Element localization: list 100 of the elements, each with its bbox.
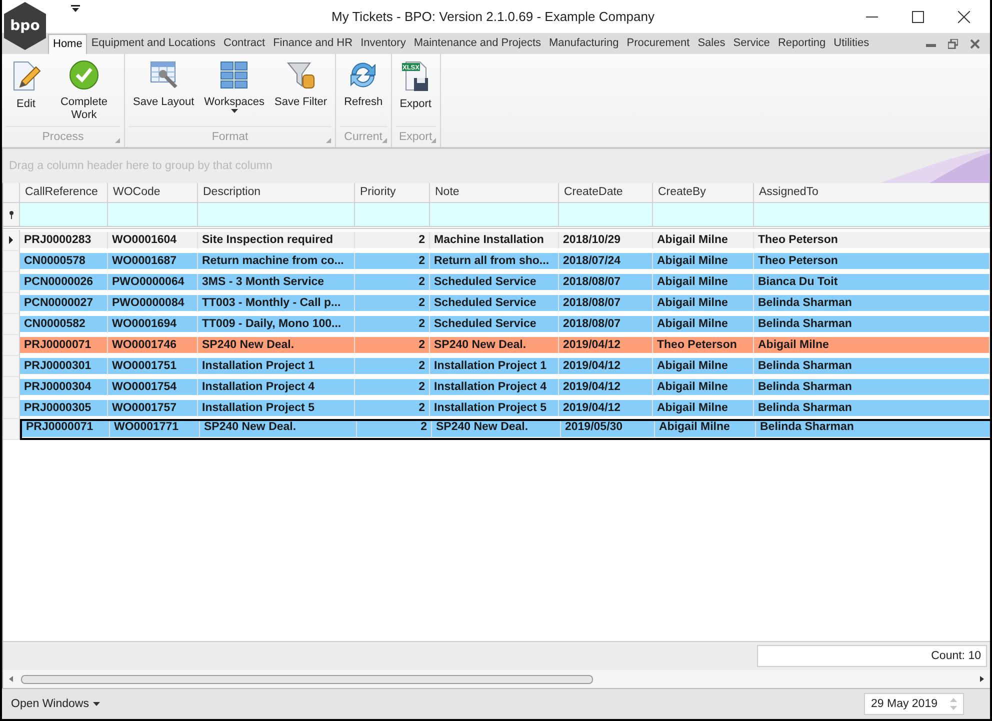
table-cell: Abigail Milne [653, 295, 754, 312]
table-cell: Site Inspection required [198, 232, 355, 249]
dialog-launcher-icon[interactable] [115, 138, 120, 143]
table-cell: Bianca Du Toit [754, 274, 990, 291]
column-header[interactable]: AssignedTo [754, 183, 990, 203]
table-cell: SP240 New Deal. [430, 337, 559, 354]
table-cell: 2019/05/30 [561, 421, 655, 438]
ribbon-button[interactable]: Save Filter [270, 58, 332, 126]
table-cell: Theo Peterson [754, 253, 990, 270]
table-cell: TT003 - Monthly - Call p... [198, 295, 355, 312]
horizontal-scrollbar[interactable] [3, 670, 990, 688]
filter-cell[interactable] [559, 203, 653, 226]
table-cell: 2 [355, 337, 430, 354]
ribbon-tab[interactable]: Contract [220, 34, 270, 54]
table-cell: Abigail Milne [653, 274, 754, 291]
scroll-right-icon[interactable] [980, 676, 984, 682]
table-cell: Return all from sho... [430, 253, 559, 270]
ribbon-tab[interactable]: Service [729, 34, 774, 54]
dialog-launcher-icon[interactable] [326, 138, 332, 143]
ribbon-tab[interactable]: Maintenance and Projects [410, 34, 546, 54]
complete-work-button[interactable]: Complete Work [48, 58, 120, 126]
table-cell: WO0001751 [108, 358, 198, 375]
table-cell: PRJ0000301 [20, 358, 108, 375]
column-header[interactable]: Priority [355, 183, 430, 203]
table-cell: WO0001746 [108, 337, 198, 354]
scroll-left-icon[interactable] [9, 676, 13, 682]
group-caption: Format [212, 131, 248, 143]
table-cell: PRJ0000283 [20, 232, 108, 249]
table-cell: Abigail Milne [653, 253, 754, 270]
check-circle-icon [69, 60, 99, 90]
table-cell: Abigail Milne [653, 379, 754, 396]
filter-cell[interactable] [653, 203, 754, 226]
column-header[interactable]: Note [430, 183, 559, 203]
table-cell: 2 [355, 232, 430, 249]
table-cell: WO0001694 [108, 316, 198, 333]
column-header[interactable]: CreateBy [653, 183, 754, 203]
table-cell: WO0001604 [108, 232, 198, 249]
ribbon-tab[interactable]: Procurement [622, 34, 694, 54]
table-cell: Installation Project 5 [430, 400, 559, 417]
spin-icon[interactable] [950, 698, 957, 710]
table-cell: PRJ0000071 [22, 421, 110, 438]
table-cell: Belinda Sharman [756, 421, 990, 438]
table-cell: 2 [355, 316, 430, 333]
table-cell: Belinda Sharman [754, 379, 990, 396]
table-cell: Scheduled Service [430, 295, 559, 312]
scrollbar-thumb[interactable] [21, 674, 593, 684]
row-indicator[interactable] [3, 230, 20, 251]
table-cell: 2018/10/29 [559, 232, 653, 249]
ribbon-tab[interactable]: Finance and HR [269, 34, 357, 54]
ribbon-button[interactable]: Refresh [340, 58, 387, 126]
filter-cell[interactable] [20, 203, 108, 226]
table-cell: Abigail Milne [653, 316, 754, 333]
table-cell: 2019/04/12 [559, 337, 653, 354]
filter-cell[interactable] [198, 203, 355, 226]
caret-icon [92, 702, 100, 706]
ribbon-tab[interactable]: Equipment and Locations [87, 34, 220, 54]
table-cell: 2018/08/07 [559, 316, 653, 333]
table-cell: WO0001757 [108, 400, 198, 417]
table-cell: Abigail Milne [653, 358, 754, 375]
table-cell: Abigail Milne [754, 337, 990, 354]
ribbon-tab[interactable]: Sales [694, 34, 730, 54]
group-caption: Current [344, 131, 382, 143]
caret-icon [230, 109, 238, 113]
table-cell: Abigail Milne [653, 232, 754, 249]
ribbon-button[interactable]: Workspaces [200, 58, 268, 126]
filter-cell[interactable] [355, 203, 430, 226]
grid-wrench-icon [148, 60, 179, 90]
column-header[interactable]: WOCode [108, 183, 198, 203]
table-cell: 2 [355, 400, 430, 417]
date-field[interactable]: 29 May 2019 [864, 693, 964, 715]
table-cell: Scheduled Service [430, 316, 559, 333]
table-cell: WO0001687 [108, 253, 198, 270]
table-cell: WO0001754 [108, 379, 198, 396]
ribbon-tab[interactable]: Inventory [356, 34, 410, 54]
dialog-launcher-icon[interactable] [430, 138, 436, 143]
filter-cell[interactable] [754, 203, 990, 226]
filter-cell[interactable] [430, 203, 559, 226]
ribbon-button[interactable]: Save Layout [129, 58, 198, 126]
table-cell: PCN0000026 [20, 274, 108, 291]
ribbon-tab[interactable]: Reporting [774, 34, 830, 54]
open-windows-button[interactable]: Open Windows [8, 696, 103, 712]
column-header[interactable]: Description [198, 183, 355, 203]
maximize-icon[interactable] [912, 10, 924, 22]
table-cell: PWO0000084 [108, 295, 198, 312]
dialog-launcher-icon[interactable] [382, 138, 387, 143]
table-cell: PWO0000064 [108, 274, 198, 291]
quick-access-dropdown-icon[interactable] [71, 5, 80, 12]
column-header[interactable]: CreateDate [559, 183, 653, 203]
table-cell: Installation Project 4 [198, 379, 355, 396]
column-header[interactable]: CallReference [20, 183, 108, 203]
close-icon[interactable] [958, 10, 970, 22]
ribbon-button[interactable]: Edit [6, 58, 46, 126]
ribbon-tab[interactable]: Utilities [830, 34, 874, 54]
ribbon-tab[interactable]: Manufacturing [545, 34, 623, 54]
table-cell: TT009 - Daily, Mono 100... [198, 316, 355, 333]
row-count: Count: 10 [757, 645, 987, 667]
restore-icon[interactable] [948, 38, 958, 48]
ribbon-tab[interactable]: Home [48, 34, 88, 54]
window-title: My Tickets - BPO: Version 2.1.0.69 - Example Company [330, 9, 656, 24]
filter-cell[interactable] [108, 203, 198, 226]
